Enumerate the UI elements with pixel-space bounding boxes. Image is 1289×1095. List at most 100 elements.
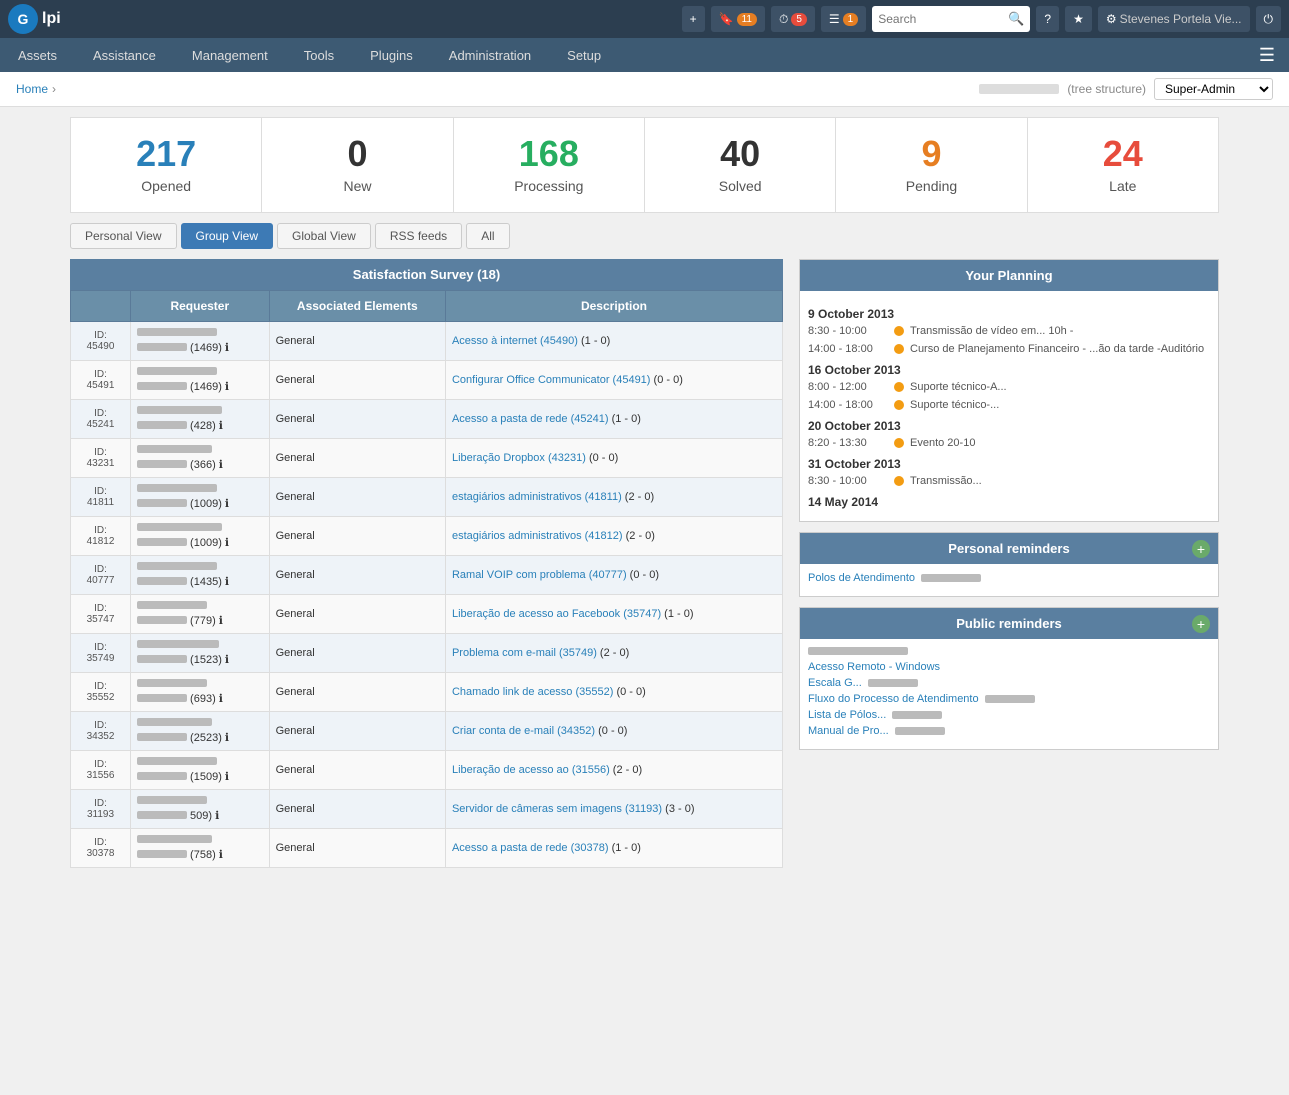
stat-opened: 217 Opened <box>71 118 262 212</box>
power-button[interactable]: ⏻ <box>1256 6 1282 32</box>
tab-rss-feeds[interactable]: RSS feeds <box>375 223 462 249</box>
table-row-desc[interactable]: estagiários administrativos (41812) (2 -… <box>445 517 782 556</box>
stat-processing-number: 168 <box>464 136 634 172</box>
stat-processing-label: Processing <box>464 178 634 194</box>
table-row-requester: 509) ℹ <box>131 790 270 829</box>
add-personal-reminder-btn[interactable]: + <box>1192 540 1210 558</box>
table-row-requester: (1009) ℹ <box>131 517 270 556</box>
planning-event[interactable]: 8:30 - 10:00 Transmissão... <box>808 475 1210 487</box>
event-time: 8:00 - 12:00 <box>808 381 888 393</box>
breadcrumb-separator: › <box>52 82 56 96</box>
reminder-text: Lista de Pólos... <box>808 709 886 721</box>
planning-event[interactable]: 8:30 - 10:00 Transmissão de vídeo em... … <box>808 325 1210 337</box>
reminder-text: Acesso Remoto - Windows <box>808 661 940 673</box>
table-row-desc[interactable]: estagiários administrativos (41811) (2 -… <box>445 478 782 517</box>
logo-text: lpi <box>42 10 61 28</box>
table-row-id: ID: 41812 <box>71 517 131 556</box>
table-row-assoc: General <box>269 556 445 595</box>
hamburger-menu[interactable]: ☰ <box>1245 45 1289 66</box>
table-row-assoc: General <box>269 790 445 829</box>
planning-event[interactable]: 8:20 - 13:30 Evento 20-10 <box>808 437 1210 449</box>
table-row-requester: (1009) ℹ <box>131 478 270 517</box>
table-row-desc[interactable]: Chamado link de acesso (35552) (0 - 0) <box>445 673 782 712</box>
tab-global-view[interactable]: Global View <box>277 223 371 249</box>
settings-button[interactable]: ⚙ Stevenes Portela Vie... <box>1098 6 1250 32</box>
public-reminder-item[interactable]: Escala G... <box>808 677 1210 689</box>
planning-event[interactable]: 8:00 - 12:00 Suporte técnico-A... <box>808 381 1210 393</box>
right-panel: Your Planning 9 October 2013 8:30 - 10:0… <box>799 259 1219 868</box>
table-row-requester: (1469) ℹ <box>131 361 270 400</box>
table-row-desc[interactable]: Acesso a pasta de rede (30378) (1 - 0) <box>445 829 782 868</box>
reminder-text: Manual de Pro... <box>808 725 889 737</box>
event-description: Suporte técnico-A... <box>910 381 1007 393</box>
tab-group-view[interactable]: Group View <box>181 223 273 249</box>
tab-personal-view[interactable]: Personal View <box>70 223 177 249</box>
table-row-desc[interactable]: Acesso a pasta de rede (45241) (1 - 0) <box>445 400 782 439</box>
table-row-desc[interactable]: Liberação de acesso ao Facebook (35747) … <box>445 595 782 634</box>
role-select[interactable]: Super-Admin <box>1154 78 1273 100</box>
reminder-text: Fluxo do Processo de Atendimento <box>808 693 979 705</box>
add-public-reminder-btn[interactable]: + <box>1192 615 1210 633</box>
help-button[interactable]: ? <box>1036 6 1059 32</box>
stat-solved: 40 Solved <box>645 118 836 212</box>
event-description: Transmissão de vídeo em... 10h - <box>910 325 1073 337</box>
breadcrumb-home[interactable]: Home <box>16 82 48 96</box>
planning-body: 9 October 2013 8:30 - 10:00 Transmissão … <box>800 291 1218 521</box>
nav-management[interactable]: Management <box>174 38 286 72</box>
planning-title: Your Planning <box>800 260 1218 291</box>
help-icon: ? <box>1044 12 1051 26</box>
table-row-desc[interactable]: Servidor de câmeras sem imagens (31193) … <box>445 790 782 829</box>
event-description: Evento 20-10 <box>910 437 975 449</box>
stat-pending-number: 9 <box>846 136 1016 172</box>
event-description: Transmissão... <box>910 475 982 487</box>
table-row-desc[interactable]: Ramal VOIP com problema (40777) (0 - 0) <box>445 556 782 595</box>
nav-assets[interactable]: Assets <box>0 38 75 72</box>
stat-late-number: 24 <box>1038 136 1208 172</box>
stat-new-label: New <box>272 178 442 194</box>
list-button[interactable]: ☰ 1 <box>821 6 866 32</box>
nav-tools[interactable]: Tools <box>286 38 352 72</box>
stat-solved-label: Solved <box>655 178 825 194</box>
nav-assistance[interactable]: Assistance <box>75 38 174 72</box>
public-reminder-item[interactable]: Acesso Remoto - Windows <box>808 661 1210 673</box>
table-row-requester: (758) ℹ <box>131 829 270 868</box>
personal-reminder-item[interactable]: Polos de Atendimento <box>808 572 1210 584</box>
planning-event[interactable]: 14:00 - 18:00 Curso de Planejamento Fina… <box>808 343 1210 355</box>
survey-table: Requester Associated Elements Descriptio… <box>70 290 783 868</box>
logo: G lpi <box>8 4 61 34</box>
personal-reminders-body: Polos de Atendimento <box>800 564 1218 596</box>
search-input[interactable] <box>878 12 1008 26</box>
stat-solved-number: 40 <box>655 136 825 172</box>
public-reminder-item[interactable]: Fluxo do Processo de Atendimento <box>808 693 1210 705</box>
nav-setup[interactable]: Setup <box>549 38 619 72</box>
nav-administration[interactable]: Administration <box>431 38 549 72</box>
search-icon[interactable]: 🔍 <box>1008 11 1024 27</box>
table-row-requester: (1509) ℹ <box>131 751 270 790</box>
reminder-text: Escala G... <box>808 677 862 689</box>
add-button[interactable]: + <box>682 6 705 32</box>
table-row-desc[interactable]: Liberação Dropbox (43231) (0 - 0) <box>445 439 782 478</box>
table-row-desc[interactable]: Acesso à internet (45490) (1 - 0) <box>445 322 782 361</box>
nav-plugins[interactable]: Plugins <box>352 38 431 72</box>
public-reminder-item[interactable]: Lista de Pólos... <box>808 709 1210 721</box>
public-reminder-item[interactable]: Manual de Pro... <box>808 725 1210 737</box>
table-row-desc[interactable]: Configurar Office Communicator (45491) (… <box>445 361 782 400</box>
search-box: 🔍 <box>872 6 1030 32</box>
bookmark-button[interactable]: 🔖 11 <box>711 6 765 32</box>
table-row-requester: (693) ℹ <box>131 673 270 712</box>
table-row-desc[interactable]: Liberação de acesso ao (31556) (2 - 0) <box>445 751 782 790</box>
timer-button[interactable]: ⏱ 5 <box>771 6 815 32</box>
table-row-assoc: General <box>269 751 445 790</box>
stat-late-label: Late <box>1038 178 1208 194</box>
tab-all[interactable]: All <box>466 223 509 249</box>
table-row-id: ID: 45490 <box>71 322 131 361</box>
user-name: Stevenes Portela Vie... <box>1120 12 1242 26</box>
table-row-id: ID: 45491 <box>71 361 131 400</box>
favorites-button[interactable]: ★ <box>1065 6 1092 32</box>
public-reminders-panel: Public reminders + Acesso Remoto - Windo… <box>799 607 1219 750</box>
stat-opened-number: 217 <box>81 136 251 172</box>
table-row-desc[interactable]: Problema com e-mail (35749) (2 - 0) <box>445 634 782 673</box>
planning-event[interactable]: 14:00 - 18:00 Suporte técnico-... <box>808 399 1210 411</box>
bookmark-icon: 🔖 <box>719 12 734 26</box>
table-row-desc[interactable]: Criar conta de e-mail (34352) (0 - 0) <box>445 712 782 751</box>
